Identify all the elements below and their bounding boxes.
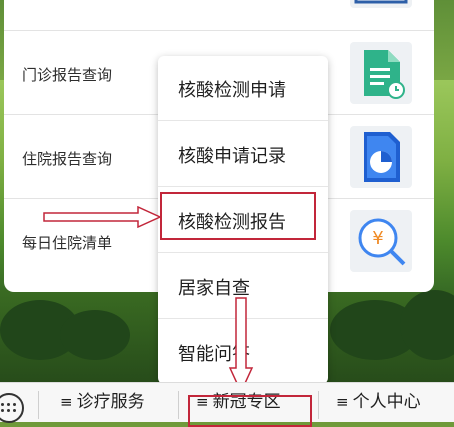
menu-icon: ≡ xyxy=(60,393,73,411)
list-item-label: 门诊报告查询 xyxy=(22,66,113,84)
menu-item-application-records[interactable]: 核酸申请记录 xyxy=(158,122,328,187)
menu-item-nucleic-acid-test-application[interactable]: 核酸检测申请 xyxy=(158,56,328,121)
annotation-arrow-right xyxy=(43,206,162,228)
list-item-label: 住院报告查询 xyxy=(22,150,113,168)
outpatient-report-icon xyxy=(350,42,412,104)
annotation-arrow-down xyxy=(228,297,254,394)
menu-icon: ≡ xyxy=(336,393,349,411)
tab-separator xyxy=(38,391,39,419)
tab-personal-center[interactable]: ≡ 个人中心 xyxy=(336,383,421,422)
keyboard-icon[interactable] xyxy=(0,393,24,423)
document-icon xyxy=(350,0,412,8)
annotation-highlight-tab xyxy=(188,395,312,427)
menu-item-label: 核酸申请记录 xyxy=(178,146,286,167)
menu-item-label: 核酸检测申请 xyxy=(178,80,286,101)
tab-label: 诊疗服务 xyxy=(76,392,145,412)
list-item[interactable] xyxy=(4,0,434,31)
annotation-highlight-box xyxy=(160,192,316,240)
tab-separator xyxy=(178,391,179,419)
svg-text:¥: ¥ xyxy=(372,228,383,249)
tab-separator xyxy=(318,391,319,419)
tab-label: 个人中心 xyxy=(352,392,421,412)
daily-bill-search-icon: ¥ xyxy=(350,210,412,272)
list-item-label: 每日住院清单 xyxy=(22,234,113,252)
tree-shape xyxy=(60,310,130,360)
tab-medical-services[interactable]: ≡ 诊疗服务 xyxy=(60,383,145,422)
inpatient-report-icon xyxy=(350,126,412,188)
